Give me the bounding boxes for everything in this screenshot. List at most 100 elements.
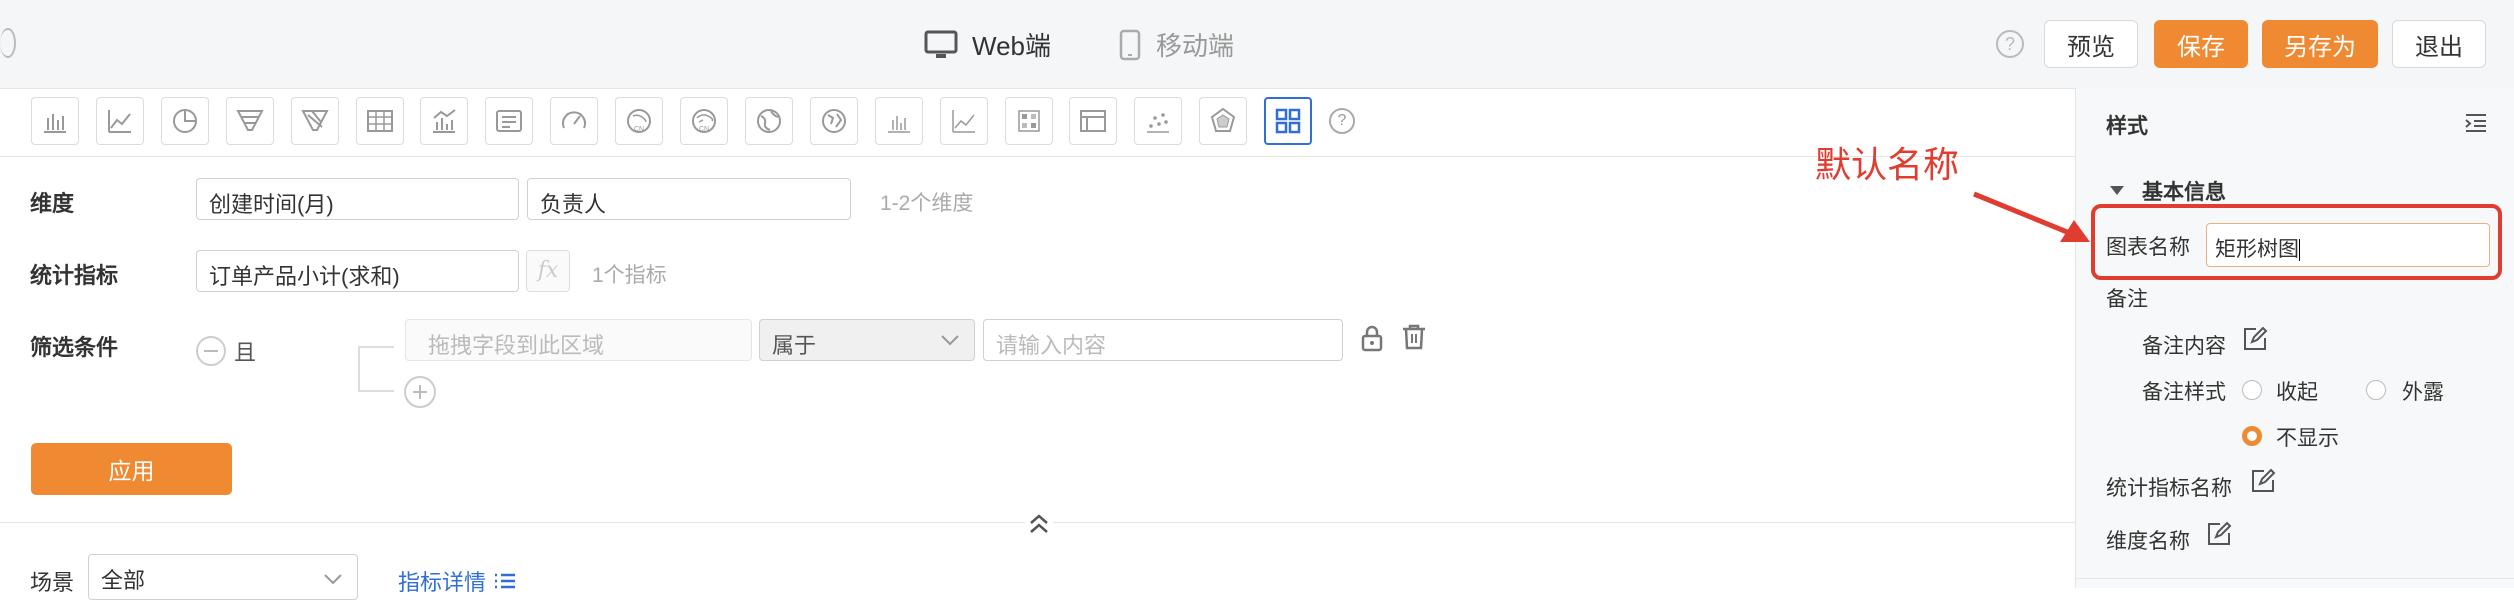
radio-hide-label: 不显示 [2276,427,2339,450]
radio-collapse[interactable] [2242,380,2262,400]
mode-mobile[interactable]: 移动端 [1118,26,1234,63]
chart-type-button[interactable] [420,97,469,145]
panel-divider [2076,578,2514,579]
pie-chart-icon [172,109,197,133]
pivot-table-icon [1080,110,1107,132]
preview-button[interactable]: 预览 [2044,20,2138,68]
metric-detail-link[interactable]: 指标详情 [398,565,516,597]
panel-title: 样式 [2106,115,2148,138]
save-as-button[interactable]: 另存为 [2262,20,2378,68]
chart-type-button[interactable] [1069,97,1118,145]
table-icon [366,110,393,132]
monitor-icon [924,30,958,58]
annotation-arrow [1973,191,2090,242]
filter-logic: 且 [234,340,257,365]
edit-note-content-icon[interactable] [2242,326,2268,352]
note-style-label: 备注样式 [2142,381,2226,404]
trash-icon[interactable] [1400,323,1428,351]
world-map-icon [756,109,781,133]
gauge-icon [562,111,587,129]
filter-operator-select[interactable]: 属于 [759,319,975,361]
edit-metric-name-icon[interactable] [2250,468,2276,494]
caret-down-icon[interactable] [2110,186,2124,196]
dimension-field-2[interactable]: 负责人 [527,178,851,220]
dimension-label: 维度 [30,191,75,216]
metric-hint: 1个指标 [592,264,667,287]
funnel-icon [236,110,264,131]
filter-value-input[interactable]: 请输入内容 [983,319,1343,361]
collapse-logic-icon[interactable] [196,336,226,366]
mobile-icon [1119,29,1141,60]
chart-type-button[interactable] [485,97,534,145]
mode-web-label: Web端 [972,31,1051,61]
svg-text:CN: CN [699,126,709,133]
add-condition-icon[interactable] [404,376,436,408]
china-map-icon: CN [627,109,652,133]
dimension-field-1[interactable]: 创建时间(月) [196,178,519,220]
lock-icon[interactable] [1360,324,1384,352]
chart-type-button[interactable] [939,97,988,145]
metric-label: 统计指标 [30,263,119,288]
svg-text:CN: CN [634,126,644,133]
list-icon [495,573,516,589]
apply-button[interactable]: 应用 [31,443,232,495]
chart-type-button[interactable] [225,97,274,145]
chart-type-button[interactable] [160,97,209,145]
chart-type-button[interactable] [1134,97,1183,145]
treemap-icon [1275,108,1301,134]
chart-type-button[interactable] [31,97,79,145]
metric-name-label: 统计指标名称 [2106,477,2232,500]
scene-label: 场景 [30,570,75,595]
filter-label: 筛选条件 [30,335,119,360]
radio-hide[interactable] [2242,426,2262,446]
chart-type-button[interactable]: CN [615,97,664,145]
chart-type-button[interactable] [1004,97,1053,145]
collapse-up-icon[interactable] [1025,513,1053,535]
chevron-down-icon [941,335,959,346]
help-icon[interactable]: ? [1996,30,2024,58]
filter-operator-value: 属于 [772,333,817,358]
chart-type-button[interactable] [809,97,858,145]
dimension-name-label: 维度名称 [2106,530,2190,553]
save-button[interactable]: 保存 [2154,20,2248,68]
radio-expose-label: 外露 [2402,381,2444,404]
chart-type-button[interactable] [355,97,404,145]
column-chart-icon [887,116,910,133]
scatter-icon [1147,113,1170,133]
filter-drop-zone[interactable]: 拖拽字段到此区域 [405,319,752,361]
chart-type-button[interactable] [550,97,599,145]
chart-type-toolbar: CN CN? [0,88,2075,157]
exit-button[interactable]: 退出 [2392,20,2486,68]
combo-chart-icon [433,109,456,133]
chart-type-button[interactable]: CN [680,97,728,145]
metric-field[interactable]: 订单产品小计(求和) [196,250,519,292]
chart-type-button[interactable] [1264,97,1313,145]
collapse-panel-icon[interactable] [2464,112,2488,134]
help-icon[interactable]: ? [1329,108,1355,134]
radio-expose[interactable] [2366,380,2386,400]
globe-map-icon [821,109,846,133]
style-panel: 样式 基本信息 图表名称 矩形树图 备注 备注内容 备注样式 收起 外露 不显示… [2075,88,2514,588]
chart-type-button[interactable] [290,97,339,145]
scene-value: 全部 [101,568,146,593]
dimension-hint: 1-2个维度 [880,192,974,215]
mode-mobile-label: 移动端 [1156,31,1235,61]
help-icon-partial[interactable] [0,28,16,58]
note-content-label: 备注内容 [2142,335,2226,358]
line-chart-icon [107,110,131,133]
note-label: 备注 [2106,288,2148,311]
chart-type-button[interactable] [874,97,923,145]
chart-type-button[interactable] [95,97,144,145]
edit-dimension-name-icon[interactable] [2206,521,2232,547]
metric-detail-label: 指标详情 [398,570,487,595]
bar-chart-icon [44,114,66,133]
funnel-alt-icon [300,110,329,131]
radio-collapse-label: 收起 [2276,381,2318,404]
chart-type-button[interactable] [1199,97,1248,145]
mode-web[interactable]: Web端 [924,26,1051,63]
chart-type-button[interactable] [744,97,793,145]
radar-icon [1211,107,1236,132]
formula-button[interactable]: fx [526,250,570,292]
chevron-down-icon [324,574,342,585]
scene-select[interactable]: 全部 [88,554,358,600]
